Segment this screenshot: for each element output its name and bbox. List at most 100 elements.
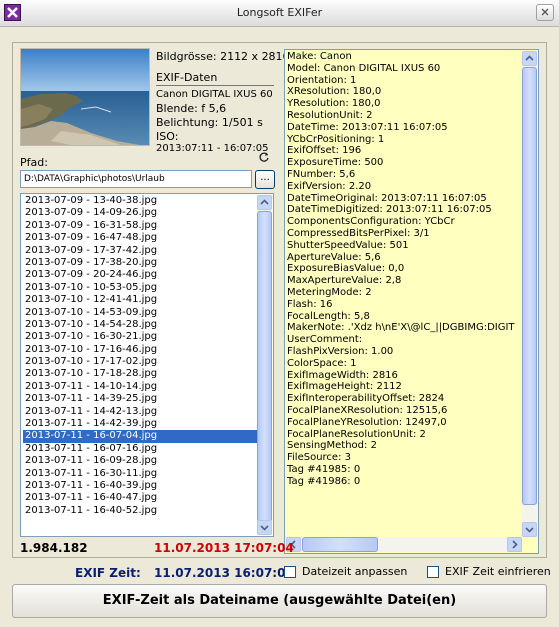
exif-line: UserComment: [287, 334, 363, 346]
exif-line: YResolution: 180,0 [287, 98, 381, 110]
exif-line: CompressedBitsPerPixel: 3/1 [287, 227, 430, 239]
adjust-file-time-checkbox[interactable] [284, 566, 296, 578]
exif-line: FocalPlaneYResolution: 12497,0 [287, 416, 447, 428]
file-list-item[interactable]: 2013-07-10 - 17-18-28.jpg [23, 368, 257, 380]
chevron-down-icon [525, 527, 534, 533]
camera-model: Canon DIGITAL IXUS 60 [156, 89, 273, 100]
file-list-item[interactable]: 2013-07-11 - 16-40-39.jpg [23, 480, 257, 492]
exif-line: DateTimeOriginal: 2013:07:11 16:07:05 [287, 192, 487, 204]
image-size-label: Bildgrösse: 2112 x 2816 [156, 50, 290, 63]
exif-line: Make: Canon [287, 51, 352, 62]
exif-line: FileSource: 3 [287, 452, 351, 464]
file-datetime: 11.07.2013 17:07:04 [154, 541, 294, 555]
file-list-item[interactable]: 2013-07-09 - 14-09-26.jpg [23, 207, 257, 219]
file-size: 1.984.182 [20, 541, 88, 555]
file-list-item[interactable]: 2013-07-10 - 17-17-02.jpg [23, 356, 257, 368]
exif-line: SensingMethod: 2 [287, 440, 377, 452]
chevron-right-icon [512, 540, 518, 549]
exif-line: MeteringMode: 2 [287, 286, 372, 298]
exif-datetime: 2013:07:11 - 16:07:05 [156, 143, 269, 154]
exif-line: ExifOffset: 196 [287, 145, 362, 157]
exif-heading: EXIF-Daten [156, 71, 218, 84]
title-bar: Longsoft EXIFer [0, 0, 559, 27]
file-list-item[interactable]: 2013-07-09 - 17-38-20.jpg [23, 257, 257, 269]
exif-line: Orientation: 1 [287, 74, 357, 86]
exif-line: Tag #41986: 0 [287, 475, 361, 487]
file-list-item[interactable]: 2013-07-09 - 17-37-42.jpg [23, 245, 257, 257]
exif-time-value: 11.07.2013 16:07:05 [154, 566, 294, 580]
window-title: Longsoft EXIFer [236, 6, 323, 19]
browse-button[interactable]: ... [255, 170, 275, 189]
exif-line: ShutterSpeedValue: 501 [287, 239, 409, 251]
exif-line: Flash: 16 [287, 298, 333, 310]
scroll-down-button[interactable] [257, 520, 272, 535]
exif-line: FNumber: 5,6 [287, 168, 356, 180]
scroll-up-button[interactable] [257, 195, 272, 210]
file-list-item[interactable]: 2013-07-10 - 14-54-28.jpg [23, 319, 257, 331]
chevron-down-icon [260, 525, 269, 531]
exif-line: ExposureTime: 500 [287, 157, 384, 169]
scroll-thumb[interactable] [257, 211, 272, 522]
file-list-item[interactable]: 2013-07-11 - 16-07-04.jpg [23, 430, 257, 443]
exif-line: ApertureValue: 5,6 [287, 251, 381, 263]
path-label: Pfad: [20, 156, 48, 169]
file-list-item[interactable]: 2013-07-10 - 10-53-05.jpg [23, 282, 257, 294]
exif-line: YCbCrPositioning: 1 [287, 133, 385, 145]
exif-vertical-scrollbar[interactable] [522, 51, 537, 537]
file-list-item[interactable]: 2013-07-10 - 14-53-09.jpg [23, 307, 257, 319]
file-list-item[interactable]: 2013-07-09 - 20-24-46.jpg [23, 269, 257, 281]
exif-line: ExifImageHeight: 2112 [287, 381, 402, 393]
exif-line: ResolutionUnit: 2 [287, 109, 373, 121]
close-icon [541, 8, 549, 16]
file-list-item[interactable]: 2013-07-11 - 16-09-28.jpg [23, 455, 257, 467]
exif-scroll-up-button[interactable] [522, 51, 537, 66]
file-list-item[interactable]: 2013-07-11 - 14-42-13.jpg [23, 406, 257, 418]
exif-vertical-thumb[interactable] [522, 67, 537, 505]
aperture-value: Blende: f 5,6 [156, 102, 227, 115]
exif-time-label: EXIF Zeit: [75, 566, 141, 580]
exif-horizontal-thumb[interactable] [302, 537, 378, 552]
file-list-item[interactable]: 2013-07-09 - 16-47-48.jpg [23, 232, 257, 244]
exif-horizontal-scrollbar[interactable] [286, 537, 522, 552]
path-field[interactable]: D:\DATA\Graphic\photos\Urlaub [20, 170, 252, 188]
exif-line: ExposureBiasValue: 0,0 [287, 263, 405, 275]
exif-line: DateTime: 2013:07:11 16:07:05 [287, 121, 448, 133]
exif-line: XResolution: 180,0 [287, 86, 382, 98]
freeze-exif-time-checkbox[interactable] [427, 566, 439, 578]
adjust-file-time-label: Dateizeit anpassen [302, 565, 408, 578]
exif-line: FocalPlaneXResolution: 12515,6 [287, 404, 448, 416]
exif-line: DateTimeDigitized: 2013:07:11 16:07:05 [287, 204, 492, 216]
file-list-item[interactable]: 2013-07-11 - 14-10-14.jpg [23, 381, 257, 393]
file-list-item[interactable]: 2013-07-11 - 14-42-39.jpg [23, 418, 257, 430]
exif-line: ColorSpace: 1 [287, 357, 357, 369]
iso-value: ISO: [156, 130, 179, 143]
freeze-exif-time-label: EXIF Zeit einfrieren [445, 565, 551, 578]
exif-line: ExifInteroperabilityOffset: 2824 [287, 393, 445, 405]
exif-data-panel[interactable]: Make: Canon Model: Canon DIGITAL IXUS 60 O… [284, 49, 539, 554]
file-list-item[interactable]: 2013-07-09 - 16-31-58.jpg [23, 220, 257, 232]
exif-line: ExifImageWidth: 2816 [287, 369, 398, 381]
refresh-icon[interactable] [258, 151, 270, 163]
file-list-item[interactable]: 2013-07-09 - 13-40-38.jpg [23, 195, 257, 207]
file-list-item[interactable]: 2013-07-11 - 16-40-47.jpg [23, 492, 257, 504]
close-button[interactable] [536, 4, 554, 21]
exif-line: Tag #41985: 0 [287, 463, 361, 475]
exif-scroll-down-button[interactable] [522, 522, 537, 537]
scroll-right-button[interactable] [507, 537, 522, 552]
file-list-item[interactable]: 2013-07-10 - 12-41-41.jpg [23, 294, 257, 306]
file-list[interactable]: 2013-07-09 - 13-40-38.jpg 2013-07-09 - 14… [20, 193, 274, 537]
exif-line: FocalPlaneResolutionUnit: 2 [287, 428, 426, 440]
exif-line: MakerNote: .'Xdz h\nE'X\@lC_||DGBIMG:DIG… [287, 322, 515, 334]
file-list-item[interactable]: 2013-07-10 - 17-16-46.jpg [23, 344, 257, 356]
file-list-item[interactable]: 2013-07-11 - 14-39-25.jpg [23, 393, 257, 405]
file-list-item[interactable]: 2013-07-10 - 16-30-21.jpg [23, 331, 257, 343]
file-list-item[interactable]: 2013-07-11 - 16-30-11.jpg [23, 468, 257, 480]
exif-heading-divider [156, 85, 274, 86]
rename-by-exif-button[interactable]: EXIF-Zeit als Dateiname (ausgewählte Dat… [12, 584, 547, 618]
exif-line: MaxApertureValue: 2,8 [287, 275, 402, 287]
exif-line: FocalLength: 5,8 [287, 310, 370, 322]
file-list-item[interactable]: 2013-07-11 - 16-07-16.jpg [23, 443, 257, 455]
file-list-scrollbar[interactable] [257, 195, 272, 535]
exif-line: FlashPixVersion: 1.00 [287, 345, 394, 357]
file-list-item[interactable]: 2013-07-11 - 16-40-52.jpg [23, 505, 257, 517]
